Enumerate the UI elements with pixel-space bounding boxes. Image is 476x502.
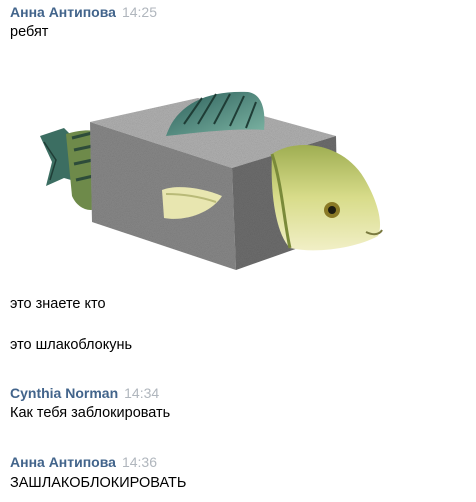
message-text: ребят	[10, 24, 49, 40]
fish-head	[270, 145, 383, 251]
author-name[interactable]: Анна Антипова	[10, 4, 116, 20]
fish-cinderblock-image[interactable]	[26, 84, 396, 270]
message-text: это шлакоблокунь	[10, 337, 133, 353]
message-time: 14:34	[124, 385, 160, 401]
message-author[interactable]: Анна Антипова 14:25	[10, 4, 157, 20]
chat-history: Анна Антипова 14:25 ребят это знаете кто…	[0, 0, 476, 502]
message-text: ЗАШЛАКОБЛОКИРОВАТЬ	[10, 475, 187, 491]
message-time: 14:25	[121, 4, 157, 20]
author-name[interactable]: Анна Антипова	[10, 454, 116, 470]
fish-dorsal-fin	[166, 91, 265, 136]
message-author[interactable]: Cynthia Norman 14:34	[10, 385, 159, 401]
message-text: Как тебя заблокировать	[10, 405, 171, 421]
message-text: это знаете кто	[10, 296, 106, 312]
message-author[interactable]: Анна Антипова 14:36	[10, 454, 157, 470]
message-time: 14:36	[121, 454, 157, 470]
author-name[interactable]: Cynthia Norman	[10, 385, 118, 401]
